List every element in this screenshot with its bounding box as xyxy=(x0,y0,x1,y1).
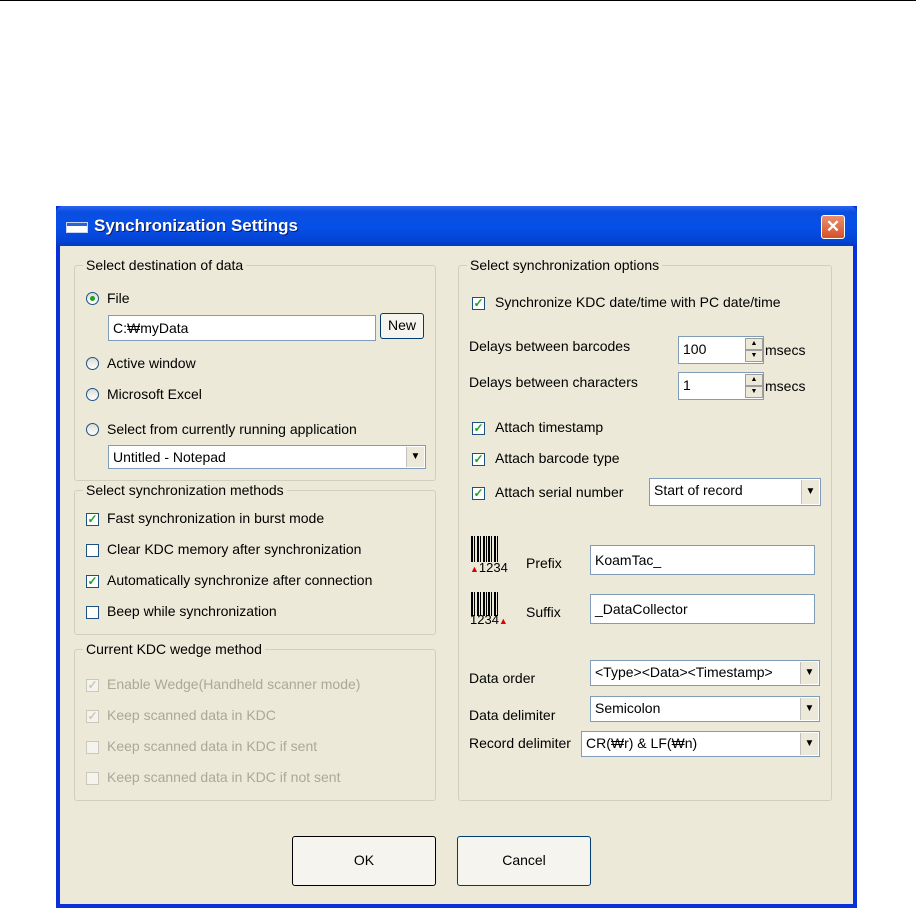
delay-barcodes-unit: msecs xyxy=(765,342,806,358)
options-group: Select synchronization options ✓ Synchro… xyxy=(458,256,832,801)
excel-label: Microsoft Excel xyxy=(107,386,202,402)
chevron-down-icon[interactable]: ▼ xyxy=(801,480,819,504)
delay-barcodes-label: Delays between barcodes xyxy=(469,338,631,354)
wedge-label-3: Keep scanned data in KDC if not sent xyxy=(107,769,341,785)
attach-timestamp-checkbox[interactable]: ✓ xyxy=(472,422,485,435)
radio-excel[interactable] xyxy=(86,388,99,401)
methods-label-1: Clear KDC memory after synchronization xyxy=(107,541,362,557)
methods-label-3: Beep while synchronization xyxy=(107,603,277,619)
wedge-label-1: Keep scanned data in KDC xyxy=(107,707,276,723)
data-order-select[interactable]: <Type><Data><Timestamp> ▼ xyxy=(590,660,820,686)
delay-barcodes-spinner[interactable]: ▲ ▼ xyxy=(745,338,763,362)
chevron-down-icon[interactable]: ▼ xyxy=(800,733,818,755)
window-icon xyxy=(66,222,88,233)
sync-settings-dialog: Synchronization Settings ✕ Select destin… xyxy=(56,206,857,908)
wedge-legend: Current KDC wedge method xyxy=(83,640,265,658)
prefix-input[interactable]: KoamTac_ xyxy=(590,545,815,575)
wedge-checkbox-2 xyxy=(86,741,99,754)
suffix-label: Suffix xyxy=(526,604,561,620)
chevron-down-icon[interactable]: ▼ xyxy=(406,447,424,467)
wedge-checkbox-1: ✓ xyxy=(86,709,99,723)
wedge-label-2: Keep scanned data in KDC if sent xyxy=(107,738,318,754)
record-delimiter-value: CR(₩r) & LF(₩n) xyxy=(586,735,698,751)
wedge-group: Current KDC wedge method ✓ Enable Wedge(H… xyxy=(74,640,436,801)
suffix-barcode-digits: 1234 xyxy=(470,612,499,627)
wedge-label-0: Enable Wedge(Handheld scanner mode) xyxy=(107,676,361,692)
destination-legend: Select destination of data xyxy=(83,256,247,274)
record-delimiter-select[interactable]: CR(₩r) & LF(₩n) ▼ xyxy=(581,731,820,757)
methods-label-0: Fast synchronization in burst mode xyxy=(107,510,325,526)
attach-serial-checkbox[interactable]: ✓ xyxy=(472,487,485,500)
methods-checkbox-0[interactable]: ✓ xyxy=(86,513,99,526)
prefix-barcode-icon: ▲1234 xyxy=(470,536,510,576)
delay-chars-label: Delays between characters xyxy=(469,374,638,390)
chevron-down-icon[interactable]: ▼ xyxy=(800,698,818,720)
radio-active-window[interactable] xyxy=(86,357,99,370)
chevron-down-icon[interactable]: ▼ xyxy=(800,662,818,684)
ok-button[interactable]: OK xyxy=(292,836,436,886)
prefix-barcode-digits: 1234 xyxy=(478,560,508,575)
methods-checkbox-3[interactable] xyxy=(86,606,99,619)
delay-chars-spinner[interactable]: ▲ ▼ xyxy=(745,374,763,398)
methods-checkbox-2[interactable]: ✓ xyxy=(86,575,99,588)
attach-timestamp-label: Attach timestamp xyxy=(495,419,604,435)
methods-legend: Select synchronization methods xyxy=(83,481,287,499)
record-delimiter-label: Record delimiter xyxy=(469,735,571,751)
running-app-value: Untitled - Notepad xyxy=(113,449,226,465)
running-app-label: Select from currently running applicatio… xyxy=(107,421,357,437)
close-button[interactable]: ✕ xyxy=(821,215,845,239)
file-label: File xyxy=(107,290,130,306)
wedge-checkbox-3 xyxy=(86,772,99,785)
radio-running-app[interactable] xyxy=(86,423,99,436)
methods-label-2: Automatically synchronize after connecti… xyxy=(107,572,373,588)
attach-barcode-type-label: Attach barcode type xyxy=(495,450,620,466)
serial-position-select[interactable]: Start of record ▼ xyxy=(649,478,821,506)
suffix-input[interactable]: _DataCollector xyxy=(590,594,815,624)
wedge-checkbox-0: ✓ xyxy=(86,678,99,692)
dialog-title: Synchronization Settings xyxy=(94,216,299,235)
suffix-arrow-icon: ▲ xyxy=(498,616,508,626)
data-delimiter-value: Semicolon xyxy=(595,700,661,716)
page-top-rule xyxy=(0,0,916,1)
title-bar[interactable]: Synchronization Settings ✕ xyxy=(56,206,857,246)
destination-group: Select destination of data File C:₩myDat… xyxy=(74,256,436,481)
data-delimiter-label: Data delimiter xyxy=(469,707,556,723)
suffix-barcode-icon: 1234▲ xyxy=(470,592,514,632)
options-legend: Select synchronization options xyxy=(467,256,663,274)
prefix-arrow-icon: ▲ xyxy=(470,564,479,574)
sync-datetime-label: Synchronize KDC date/time with PC date/t… xyxy=(495,294,781,310)
file-path-input[interactable]: C:₩myData xyxy=(108,315,376,341)
prefix-label: Prefix xyxy=(526,555,562,571)
data-order-value: <Type><Data><Timestamp> xyxy=(595,664,773,680)
delay-chars-unit: msecs xyxy=(765,378,806,394)
methods-checkbox-1[interactable] xyxy=(86,544,99,557)
sync-datetime-checkbox[interactable]: ✓ xyxy=(472,297,485,310)
new-button[interactable]: New xyxy=(380,313,424,339)
running-app-select[interactable]: Untitled - Notepad ▼ xyxy=(108,445,426,469)
active-window-label: Active window xyxy=(107,355,196,371)
dialog-client: Select destination of data File C:₩myDat… xyxy=(60,246,853,904)
data-order-label: Data order xyxy=(469,670,536,686)
cancel-button[interactable]: Cancel xyxy=(457,836,591,886)
data-delimiter-select[interactable]: Semicolon ▼ xyxy=(590,696,820,722)
radio-file[interactable] xyxy=(86,292,99,305)
attach-serial-label: Attach serial number xyxy=(495,484,624,500)
serial-position-value: Start of record xyxy=(654,482,743,498)
attach-barcode-type-checkbox[interactable]: ✓ xyxy=(472,453,485,466)
methods-group: Select synchronization methods ✓ Fast syn… xyxy=(74,481,436,635)
